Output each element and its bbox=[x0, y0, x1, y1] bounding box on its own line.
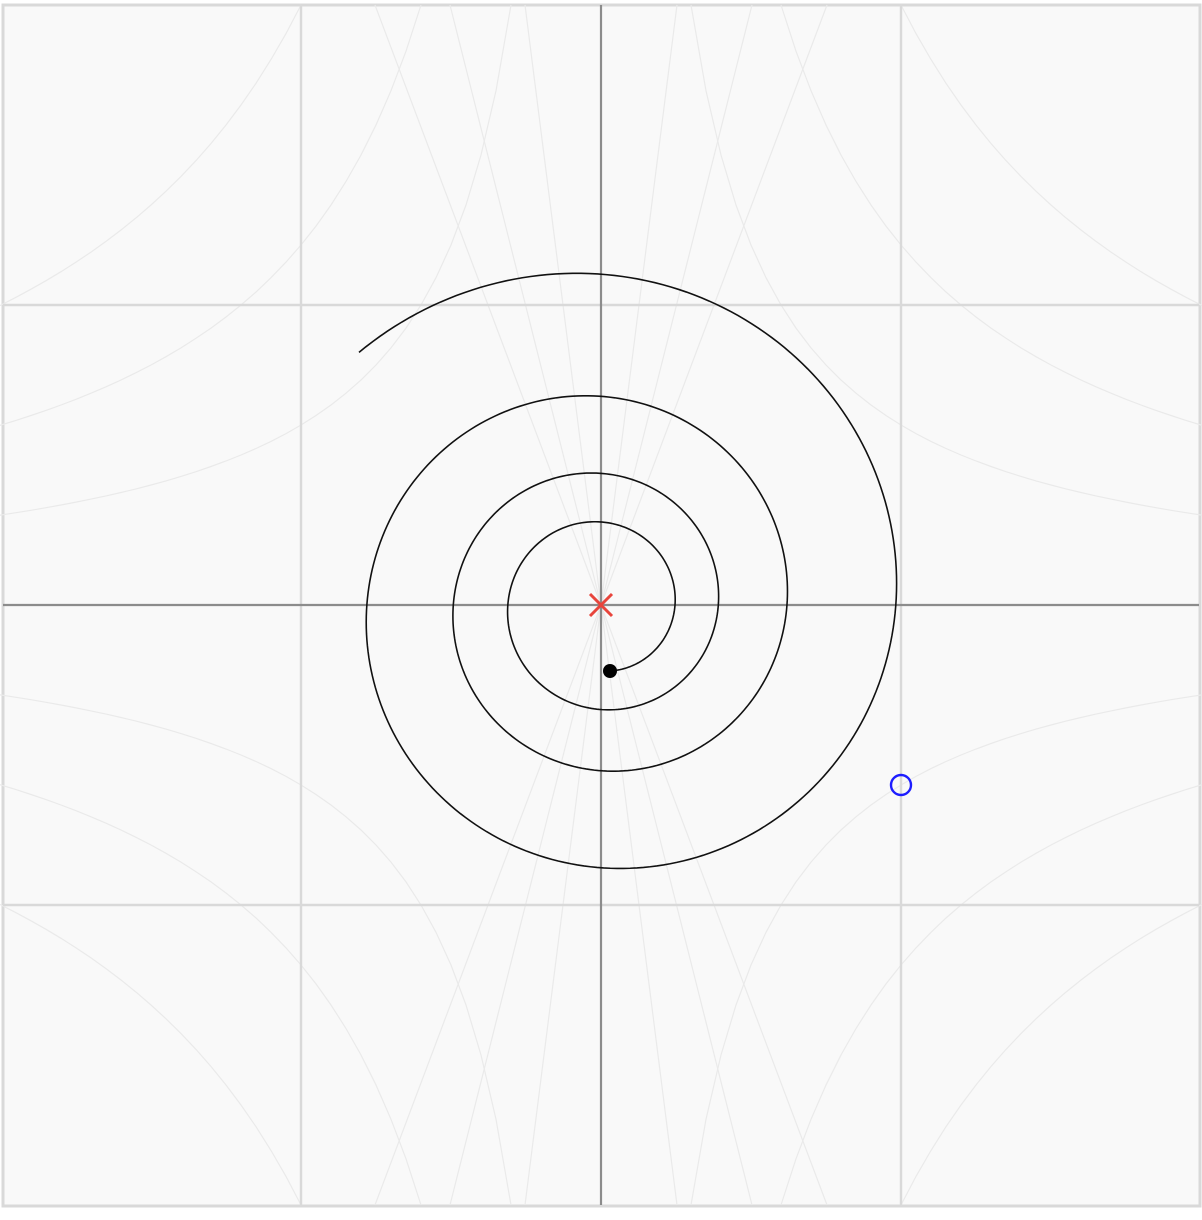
phase-plane bbox=[0, 3, 1202, 1208]
trajectory-start-dot bbox=[603, 664, 617, 678]
phase-portrait-canvas bbox=[0, 0, 1202, 1220]
